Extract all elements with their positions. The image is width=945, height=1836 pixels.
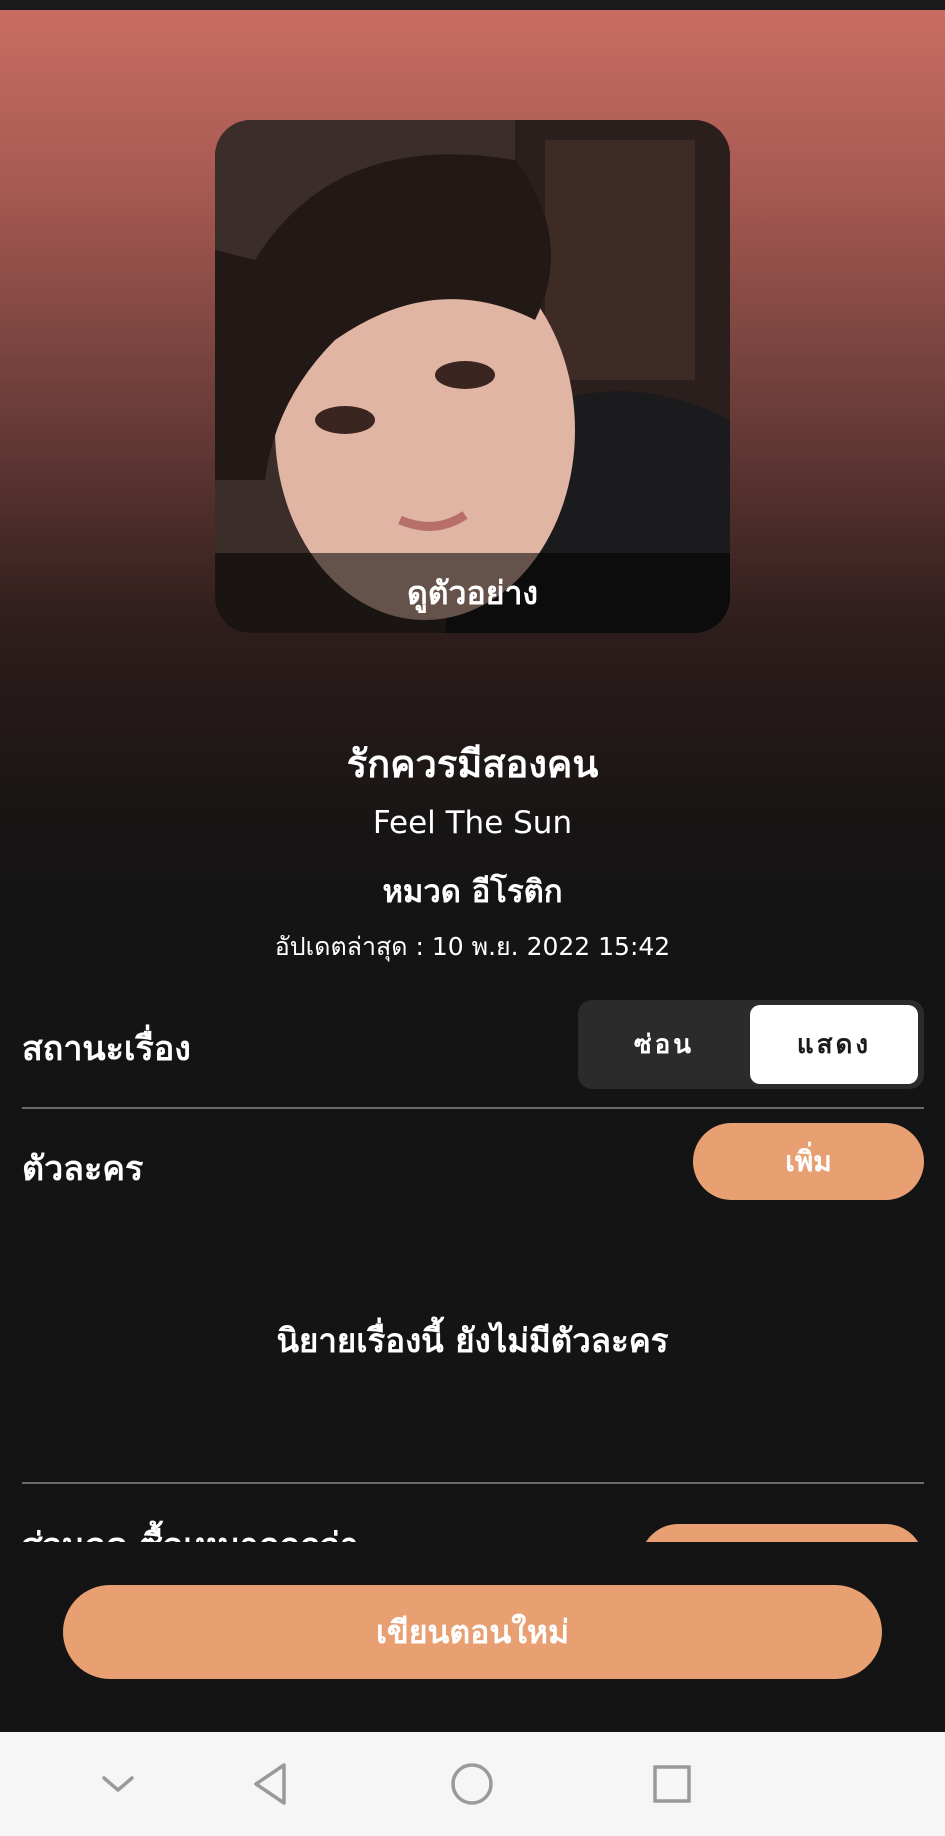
story-header: ดูตัวอย่าง รักควรมีสองคน Feel The Sun หม… <box>0 10 945 970</box>
status-label: สถานะเรื่อง <box>22 1029 191 1069</box>
recents-square-icon[interactable] <box>627 1732 717 1836</box>
chevron-down-icon[interactable] <box>73 1732 163 1836</box>
preview-button[interactable]: ดูตัวอย่าง <box>215 553 730 633</box>
characters-label: ตัวละคร <box>22 1149 144 1189</box>
system-nav-bar <box>0 1732 945 1836</box>
back-triangle-icon[interactable] <box>225 1732 315 1836</box>
visibility-toggle[interactable]: ซ่อน แสดง <box>578 1000 924 1089</box>
add-character-button[interactable]: เพิ่ม <box>693 1123 924 1200</box>
last-updated: อัปเดตล่าสุด : 10 พ.ย. 2022 15:42 <box>274 932 671 961</box>
discount-section: ส่วนลด ซื้อเหมาถูกกว่า <box>0 1510 945 1542</box>
author-name: Feel The Sun <box>372 805 573 841</box>
cover-image[interactable]: ดูตัวอย่าง <box>215 120 730 633</box>
story-title: รักควรมีสองคน <box>346 742 599 786</box>
home-circle-icon[interactable] <box>427 1732 517 1836</box>
story-category: หมวด อีโรติก <box>382 874 563 910</box>
discount-label: ส่วนลด ซื้อเหมาถูกกว่า <box>22 1518 359 1542</box>
divider <box>22 1482 924 1484</box>
show-option[interactable]: แสดง <box>750 1005 918 1084</box>
write-new-chapter-button[interactable]: เขียนตอนใหม่ <box>63 1585 882 1679</box>
discount-button[interactable] <box>640 1524 924 1542</box>
hide-option[interactable]: ซ่อน <box>578 1005 750 1084</box>
characters-empty-message: นิยายเรื่องนี้ ยังไม่มีตัวละคร <box>276 1321 669 1360</box>
divider <box>22 1107 924 1109</box>
status-bar <box>0 0 945 10</box>
